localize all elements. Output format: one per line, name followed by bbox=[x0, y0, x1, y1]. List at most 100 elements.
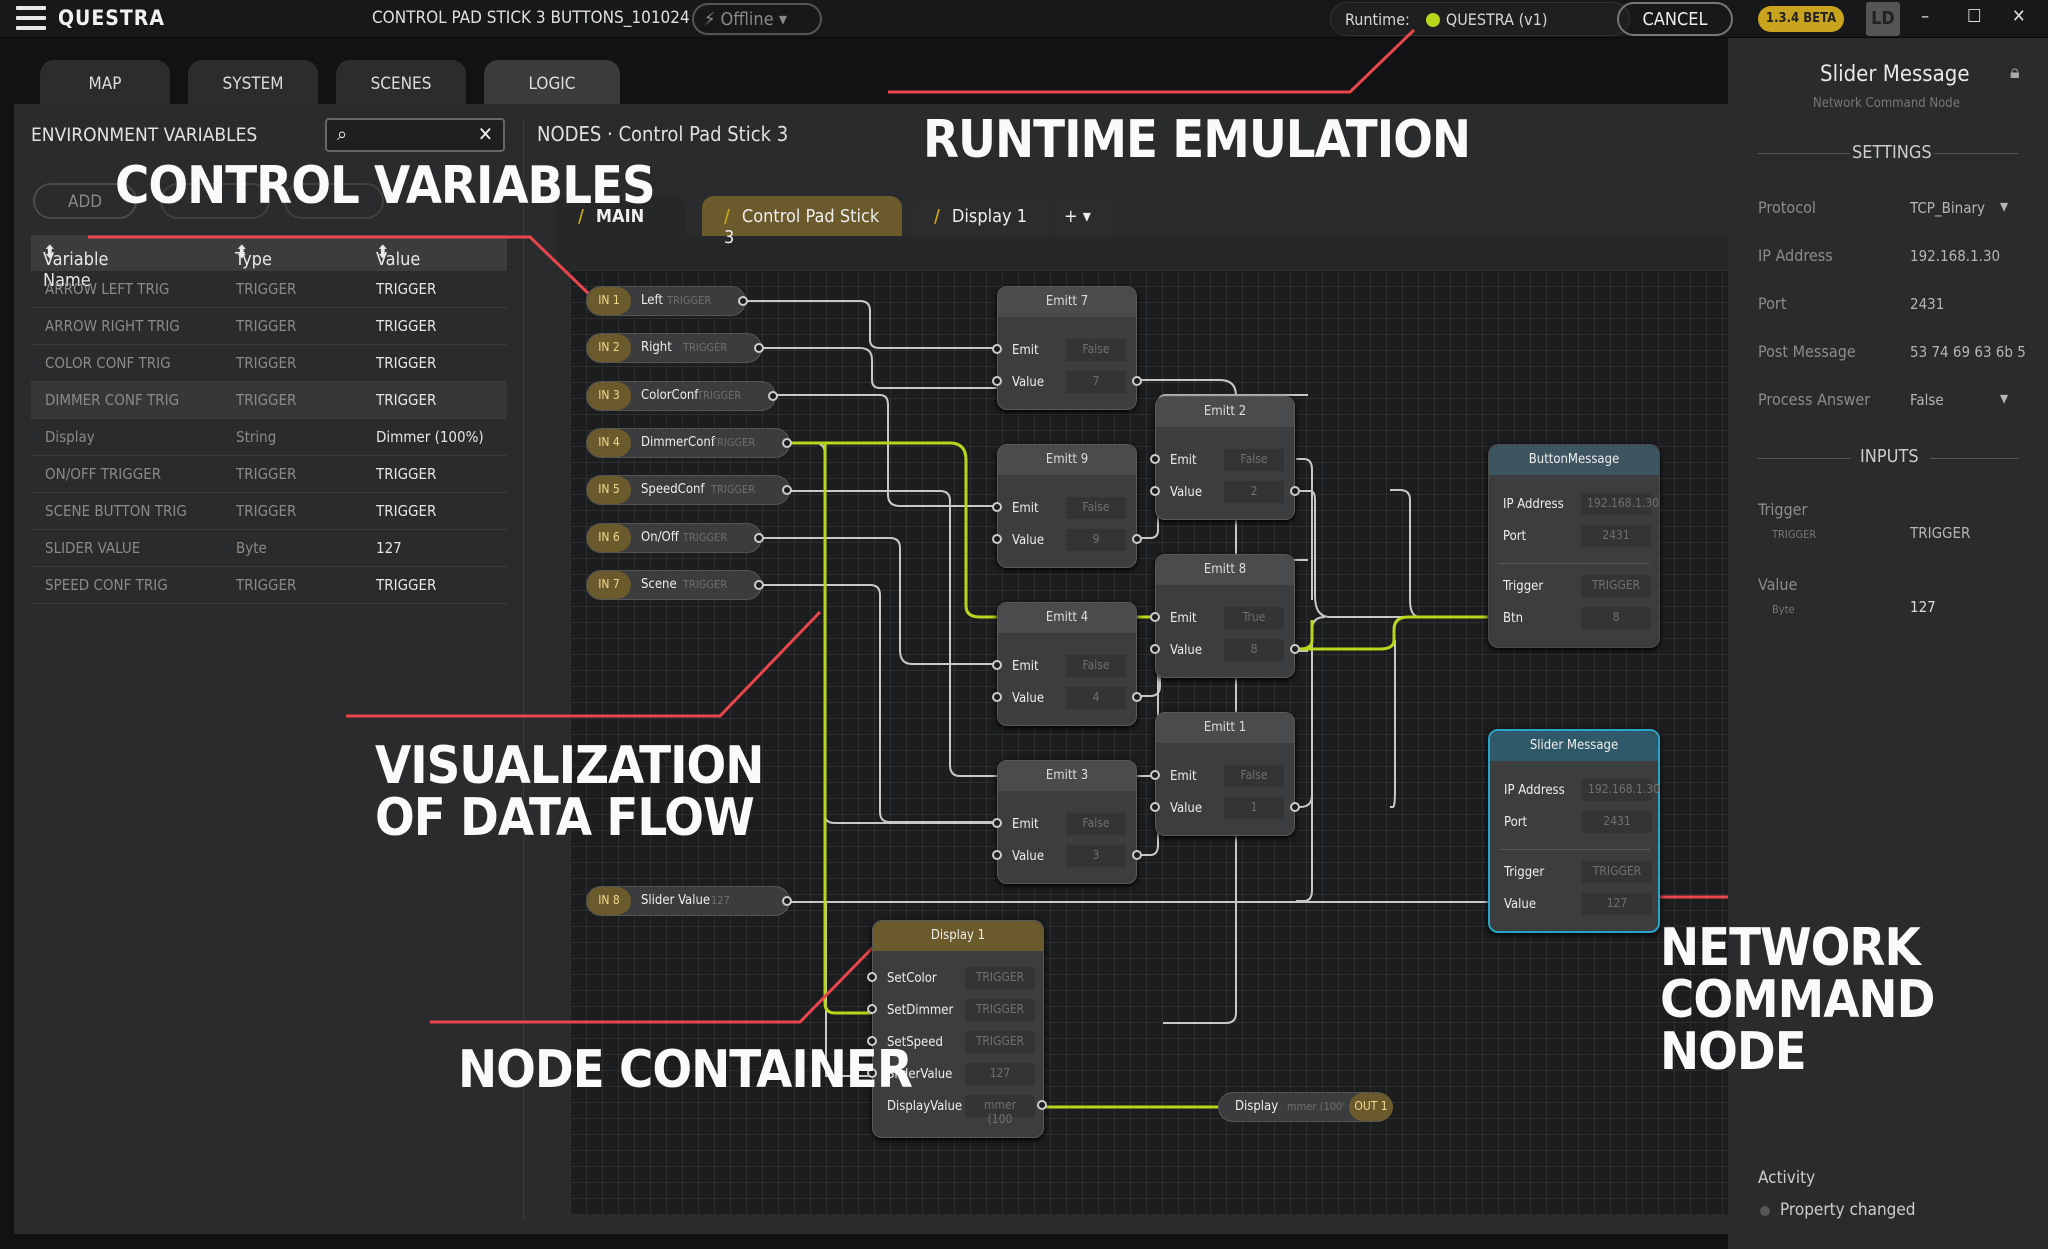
in-value-type: Byte bbox=[1772, 603, 1795, 616]
input-pill-8[interactable]: IN 8 Slider Value 127 bbox=[586, 886, 792, 916]
annotation-network-line1: NETWORK bbox=[1660, 918, 1921, 978]
value-port[interactable] bbox=[992, 692, 1002, 702]
slider-message-node[interactable]: Slider Message IP Address 192.168.1.30 Po… bbox=[1488, 729, 1660, 933]
display-node[interactable]: Display 1 SetColor TRIGGER SetDimmer TRIGGE… bbox=[867, 920, 1047, 1138]
display-row-value: TRIGGER bbox=[965, 999, 1035, 1021]
display-row-label: SetDimmer bbox=[887, 1003, 954, 1018]
annotation-viz-line2: OF DATA FLOW bbox=[375, 788, 755, 848]
setting-value: 2431 bbox=[1910, 295, 1945, 313]
input-type: TRIGGER bbox=[683, 577, 728, 591]
value-label: Value bbox=[1504, 897, 1537, 912]
emitt-node[interactable]: Emitt 7 Emit False Value 7 bbox=[992, 286, 1142, 410]
emit-value: False bbox=[1066, 813, 1126, 835]
out-port[interactable] bbox=[1132, 534, 1142, 544]
setting-label: Process Answer bbox=[1758, 390, 1871, 409]
annotation-network-line2: COMMAND NODE bbox=[1660, 970, 1935, 1082]
emit-label: Emit bbox=[1170, 453, 1197, 468]
output-value: mmer (100' bbox=[1287, 1100, 1346, 1113]
display-in-port[interactable] bbox=[867, 972, 877, 982]
setting-value: 192.168.1.30 bbox=[1910, 247, 2001, 265]
setting-value[interactable]: False bbox=[1910, 391, 1944, 409]
value-port[interactable] bbox=[1150, 486, 1160, 496]
output-port[interactable] bbox=[738, 296, 748, 306]
emit-port[interactable] bbox=[1150, 612, 1160, 622]
emitt-node[interactable]: Emitt 1 Emit False Value 1 bbox=[1150, 712, 1300, 836]
chevron-down-icon[interactable]: ▾ bbox=[2000, 196, 2008, 217]
output-port[interactable] bbox=[782, 896, 792, 906]
emit-port[interactable] bbox=[992, 502, 1002, 512]
display-in-port[interactable] bbox=[867, 1004, 877, 1014]
trigger-label: Trigger bbox=[1504, 865, 1545, 880]
input-tag: IN 3 bbox=[587, 381, 631, 410]
emitt-node[interactable]: Emitt 3 Emit False Value 3 bbox=[992, 760, 1142, 884]
input-label: Scene bbox=[641, 576, 677, 592]
setting-value: 53 74 69 63 6b 5 bbox=[1910, 343, 2026, 361]
node-title: Slider Message bbox=[1490, 731, 1658, 761]
emitt-node[interactable]: Emitt 2 Emit False Value 2 bbox=[1150, 396, 1300, 520]
input-label: On/Off bbox=[641, 529, 679, 545]
port-label: Port bbox=[1503, 529, 1527, 544]
lock-icon[interactable]: 🔒︎ bbox=[2010, 62, 2020, 83]
input-type: 127 bbox=[711, 894, 730, 907]
emit-value: False bbox=[1066, 497, 1126, 519]
input-label: Slider Value bbox=[641, 893, 711, 908]
out-port[interactable] bbox=[1132, 850, 1142, 860]
activity-header: Activity bbox=[1758, 1168, 1816, 1188]
activity-item: Property changed bbox=[1780, 1200, 1916, 1220]
input-pill-7[interactable]: IN 7 Scene TRIGGER bbox=[586, 569, 764, 600]
input-tag: IN 8 bbox=[587, 887, 631, 915]
input-type: TRIGGER bbox=[697, 388, 742, 402]
setting-value[interactable]: TCP_Binary bbox=[1910, 199, 1985, 217]
input-pill-4[interactable]: IN 4 DimmerConf TRIGGER bbox=[586, 427, 792, 458]
value-port[interactable] bbox=[992, 534, 1002, 544]
emit-port[interactable] bbox=[1150, 454, 1160, 464]
activity-dot bbox=[1760, 1206, 1770, 1216]
emit-port[interactable] bbox=[992, 660, 1002, 670]
emit-port[interactable] bbox=[992, 818, 1002, 828]
output-pill[interactable]: Display mmer (100' OUT 1 bbox=[1218, 1092, 1393, 1122]
port-value: 2431 bbox=[1582, 811, 1652, 833]
out-port[interactable] bbox=[1132, 376, 1142, 386]
emit-label: Emit bbox=[1012, 659, 1039, 674]
button-message-node[interactable]: ButtonMessage IP Address 192.168.1.30 Por… bbox=[1488, 444, 1660, 648]
ip-label: IP Address bbox=[1504, 783, 1565, 798]
chevron-down-icon[interactable]: ▾ bbox=[2000, 388, 2008, 409]
setting-label: Protocol bbox=[1758, 198, 1816, 217]
input-pill-3[interactable]: IN 3 ColorConf TRIGGER bbox=[586, 380, 778, 411]
input-label: Right bbox=[641, 340, 672, 356]
emit-port[interactable] bbox=[1150, 770, 1160, 780]
value-port[interactable] bbox=[992, 850, 1002, 860]
setting-label: Post Message bbox=[1758, 342, 1856, 361]
input-type: TRIGGER bbox=[683, 530, 728, 544]
emitt-node[interactable]: Emitt 9 Emit False Value 9 bbox=[992, 444, 1142, 568]
output-port[interactable] bbox=[768, 390, 778, 401]
out-port[interactable] bbox=[1290, 644, 1300, 654]
emit-port[interactable] bbox=[992, 344, 1002, 354]
node-title: Emitt 3 bbox=[998, 761, 1136, 791]
value-port[interactable] bbox=[1150, 802, 1160, 812]
emitt-node[interactable]: Emitt 8 Emit True Value 8 bbox=[1150, 554, 1300, 678]
out-port[interactable] bbox=[1290, 802, 1300, 812]
input-tag: IN 5 bbox=[587, 476, 631, 505]
input-pill-5[interactable]: IN 5 SpeedConf TRIGGER bbox=[586, 475, 792, 506]
value-port[interactable] bbox=[1150, 644, 1160, 654]
display-out-port[interactable] bbox=[1037, 1100, 1047, 1110]
output-port[interactable] bbox=[754, 579, 764, 590]
input-pill-1[interactable]: IN 1 Left TRIGGER bbox=[586, 286, 748, 316]
output-port[interactable] bbox=[754, 532, 764, 543]
input-pill-6[interactable]: IN 6 On/Off TRIGGER bbox=[586, 522, 764, 553]
emitt-node[interactable]: Emitt 4 Emit False Value 4 bbox=[992, 602, 1142, 726]
rpanel-subtitle: Network Command Node bbox=[1813, 96, 1960, 111]
output-port[interactable] bbox=[782, 437, 792, 448]
value-label: Value bbox=[1170, 485, 1203, 500]
out-port[interactable] bbox=[1290, 486, 1300, 496]
inputs-header: INPUTS bbox=[1860, 446, 1919, 467]
value-value: 127 bbox=[1582, 893, 1652, 915]
input-pill-2[interactable]: IN 2 Right TRIGGER bbox=[586, 333, 764, 364]
wire bbox=[740, 300, 1000, 349]
emit-label: Emit bbox=[1012, 343, 1039, 358]
trigger-label: Trigger bbox=[1503, 579, 1544, 594]
out-port[interactable] bbox=[1132, 692, 1142, 702]
value-port[interactable] bbox=[992, 376, 1002, 386]
value-value: 2 bbox=[1224, 481, 1284, 503]
